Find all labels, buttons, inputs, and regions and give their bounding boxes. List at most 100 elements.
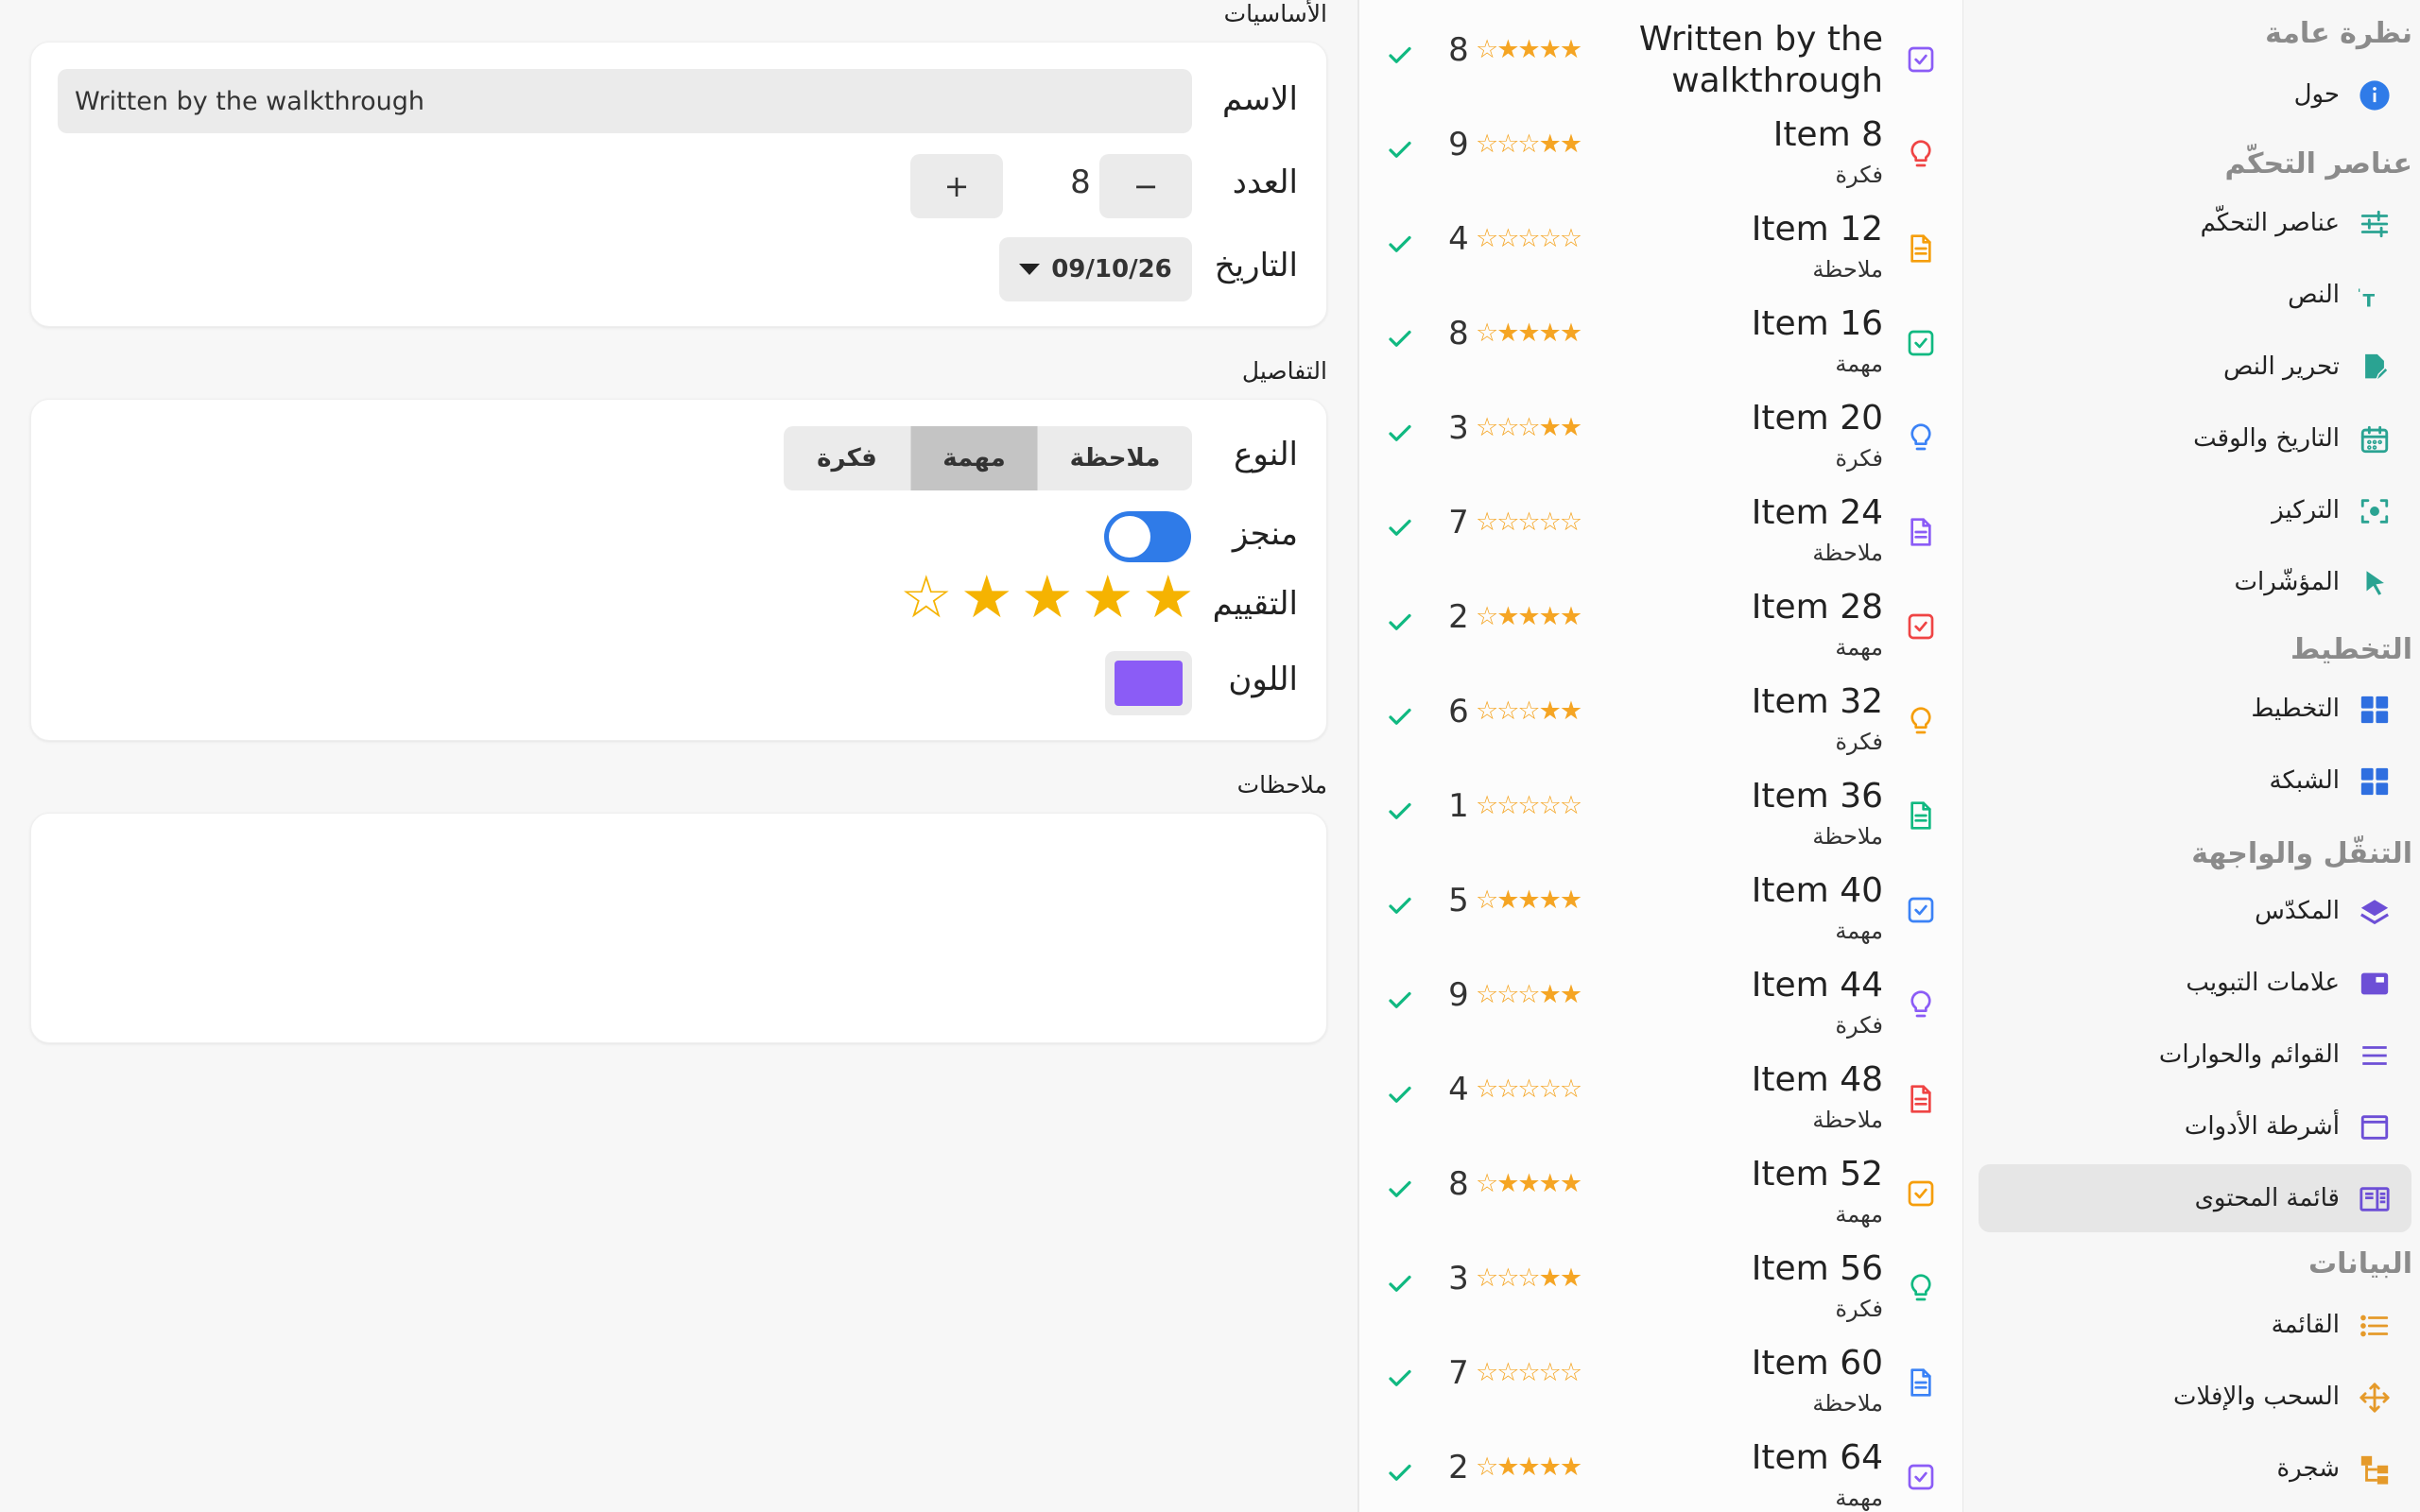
done-toggle[interactable] <box>1104 511 1191 562</box>
list-item[interactable]: 5 ☆★★★★ Item 40 مهمة <box>1359 858 1962 953</box>
calendar-icon <box>2359 423 2391 455</box>
task-icon <box>1906 894 1936 926</box>
sidebar-item[interactable]: المؤشّرات <box>1979 548 2411 616</box>
item-rating-stars: ☆★★★★ <box>1476 1169 1582 1198</box>
idea-icon <box>1906 988 1936 1021</box>
rating-star[interactable]: ★ <box>1142 568 1195 627</box>
notes-textarea[interactable] <box>30 813 1327 1043</box>
color-label: اللون <box>1228 661 1298 698</box>
item-title: Item 12 <box>1751 210 1883 249</box>
checkmark-icon <box>1389 424 1411 441</box>
detail-form: الأساسيات الاسم Written by the walkthrou… <box>0 0 1357 1512</box>
task-icon <box>1906 1461 1936 1493</box>
sidebar-item-label: السحب والإفلات <box>2173 1383 2340 1411</box>
list-item[interactable]: 4 ☆☆☆☆☆ Item 12 ملاحظة <box>1359 197 1962 291</box>
item-type: فكرة <box>1835 1296 1883 1322</box>
date-picker[interactable]: 09/10/26 <box>999 237 1192 301</box>
edit-document-icon <box>2359 352 2391 384</box>
list-item[interactable]: 7 ☆☆☆☆☆ Item 60 ملاحظة <box>1359 1331 1962 1425</box>
sidebar-item[interactable]: قائمة المحتوى <box>1979 1164 2411 1232</box>
sidebar-item-label: النص <box>2288 281 2340 309</box>
item-type: ملاحظة <box>1812 540 1883 566</box>
sidebar-item[interactable]: السحب والإفلات <box>1979 1363 2411 1431</box>
list-item[interactable]: 9 ☆☆☆★★ Item 8 فكرة <box>1359 102 1962 197</box>
sidebar-item[interactable]: القائمة <box>1979 1291 2411 1359</box>
rating-star[interactable]: ☆ <box>900 568 953 627</box>
rating-star[interactable]: ★ <box>960 568 1013 627</box>
name-input[interactable]: Written by the walkthrough <box>58 69 1192 133</box>
idea-icon <box>1906 138 1936 170</box>
sidebar-item[interactable]: التخطيط <box>1979 675 2411 743</box>
item-rating-stars: ☆★★★★ <box>1476 602 1582 631</box>
list-item[interactable]: 3 ☆☆☆★★ Item 20 فكرة <box>1359 386 1962 480</box>
note-icon <box>1906 516 1936 548</box>
list-item[interactable]: 4 ☆☆☆☆☆ Item 48 ملاحظة <box>1359 1047 1962 1142</box>
list-item[interactable]: 1 ☆☆☆☆☆ Item 36 ملاحظة <box>1359 764 1962 858</box>
list-item[interactable]: 8 ☆★★★★ Item 52 مهمة <box>1359 1142 1962 1236</box>
drag-icon <box>2359 1382 2391 1414</box>
sidebar-item[interactable]: القوائم والحوارات <box>1979 1021 2411 1089</box>
type-option-idea[interactable]: فكرة <box>784 426 910 490</box>
sidebar-item[interactable]: تحرير النص <box>1979 333 2411 401</box>
sidebar-item-label: التخطيط <box>2251 695 2340 723</box>
sidebar-item-label: تحرير النص <box>2222 352 2340 381</box>
item-rating-stars: ☆☆☆★★ <box>1476 980 1582 1009</box>
checkmark-icon <box>1389 1180 1411 1197</box>
stack-icon <box>2359 896 2391 928</box>
sidebar-item-label: التركيز <box>2272 496 2340 524</box>
list-item[interactable]: 8 ☆★★★★ Written by the walkthrough <box>1359 8 1962 102</box>
item-type: مهمة <box>1835 1201 1883 1228</box>
sidebar-item[interactable]: المكدّس <box>1979 877 2411 945</box>
item-type: فكرة <box>1835 162 1883 188</box>
sidebar-item-label: علامات التبويب <box>2186 969 2340 997</box>
list-item[interactable]: 9 ☆☆☆★★ Item 44 فكرة <box>1359 953 1962 1047</box>
item-type: ملاحظة <box>1812 256 1883 283</box>
sidebar-section-title: البيانات <box>2308 1247 2412 1280</box>
sidebar-item[interactable]: أشرطة الأدوات <box>1979 1092 2411 1160</box>
rating-star[interactable]: ★ <box>1081 568 1134 627</box>
sidebar-item[interactable]: شجرة <box>1979 1435 2411 1503</box>
sidebar-item[interactable]: التركيز <box>1979 476 2411 544</box>
sidebar-item[interactable]: الشبكة <box>1979 747 2411 815</box>
chevron-down-icon <box>1019 264 1041 275</box>
sidebar-section-title: نظرة عامة <box>2265 17 2412 50</box>
sidebar-item[interactable]: TT النص <box>1979 261 2411 329</box>
list-item[interactable]: 3 ☆☆☆★★ Item 56 فكرة <box>1359 1236 1962 1331</box>
sidebar-item[interactable]: علامات التبويب <box>1979 949 2411 1017</box>
list-item[interactable]: 8 ☆★★★★ Item 16 مهمة <box>1359 291 1962 386</box>
sidebar-item-label: التاريخ والوقت <box>2193 424 2340 453</box>
item-type: ملاحظة <box>1812 1107 1883 1133</box>
color-well[interactable] <box>1105 651 1192 715</box>
pointer-icon <box>2359 567 2391 599</box>
note-icon <box>1906 1083 1936 1115</box>
item-title: Written by the walkthrough <box>1638 20 1883 100</box>
done-label: منجز <box>1232 515 1298 553</box>
checkmark-icon <box>1389 1086 1411 1103</box>
item-title: Item 20 <box>1751 399 1883 438</box>
item-type: مهمة <box>1835 351 1883 377</box>
increment-button[interactable]: + <box>910 154 1003 218</box>
details-card: النوع فكرة مهمة ملاحظة منجز التقييم ★ ★ ★ ★… <box>30 399 1327 741</box>
sliders-icon <box>2359 208 2391 240</box>
item-rating-stars: ☆☆☆☆☆ <box>1476 224 1582 253</box>
list-item[interactable]: 2 ☆★★★★ Item 64 مهمة <box>1359 1425 1962 1512</box>
tree-icon <box>2359 1453 2391 1486</box>
list-item[interactable]: 7 ☆☆☆☆☆ Item 24 ملاحظة <box>1359 480 1962 575</box>
sidebar-item[interactable]: التاريخ والوقت <box>1979 404 2411 472</box>
task-icon <box>1906 1177 1936 1210</box>
type-option-task[interactable]: مهمة <box>910 426 1037 490</box>
type-segmented-control[interactable]: فكرة مهمة ملاحظة <box>784 426 1192 490</box>
date-value: 09/10/26 <box>1051 255 1172 284</box>
checkmark-icon <box>1389 1464 1411 1481</box>
list-item[interactable]: 2 ☆★★★★ Item 28 مهمة <box>1359 575 1962 669</box>
type-option-note[interactable]: ملاحظة <box>1037 426 1192 490</box>
decrement-button[interactable]: − <box>1099 154 1192 218</box>
sidebar-item[interactable]: حول <box>1979 60 2411 129</box>
rating-star[interactable]: ★ <box>1021 568 1074 627</box>
type-label: النوع <box>1234 436 1298 473</box>
checkmark-icon <box>1389 613 1411 630</box>
sidebar-item[interactable]: عناصر التحكّم <box>1979 189 2411 257</box>
basics-card: الاسم Written by the walkthrough العدد −… <box>30 42 1327 327</box>
item-type: فكرة <box>1835 445 1883 472</box>
list-item[interactable]: 6 ☆☆☆★★ Item 32 فكرة <box>1359 669 1962 764</box>
